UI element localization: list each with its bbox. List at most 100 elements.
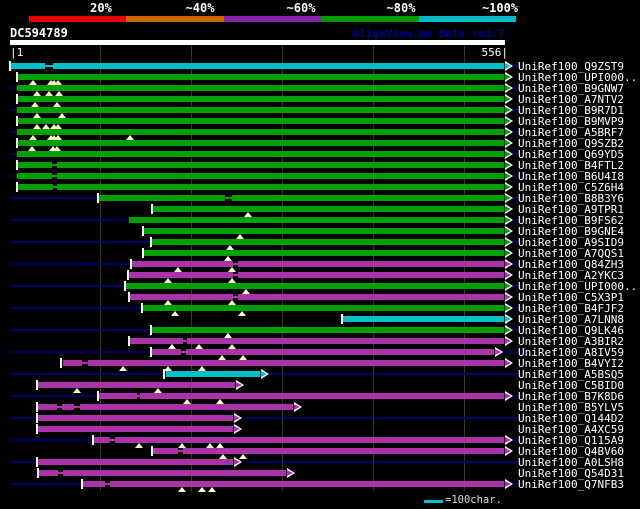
hit-label[interactable]: UniRef100_A5BSQ5 <box>518 369 624 380</box>
hit-label[interactable]: UniRef100_B9GNE4 <box>518 226 624 237</box>
hit-bar-segment[interactable] <box>128 216 505 223</box>
hit-bar-segment[interactable] <box>10 62 45 69</box>
hit-bar-segment[interactable] <box>17 73 505 80</box>
hit-label[interactable]: UniRef100_Q69YD5 <box>518 149 624 160</box>
hit-bar-segment[interactable] <box>87 359 505 366</box>
hit-label[interactable]: UniRef100_Q144D2 <box>518 413 624 424</box>
hit-bar-segment[interactable] <box>99 194 225 201</box>
footer-legend: Large gaps: ▲(in Query)/- (in Subject) =… <box>0 493 640 509</box>
hit-bar-segment[interactable] <box>17 95 505 102</box>
hit-bar-segment[interactable] <box>238 271 505 278</box>
hit-label[interactable]: UniRef100_B9GNW7 <box>518 83 624 94</box>
hit-bar-segment[interactable] <box>93 436 110 443</box>
hit-bar-segment[interactable] <box>238 293 505 300</box>
hit-label[interactable]: UniRef100_Q54D31 <box>518 468 624 479</box>
hit-bar-segment[interactable] <box>17 150 505 157</box>
hit-label[interactable]: UniRef100_A2YKC3 <box>518 270 624 281</box>
hit-bar-segment[interactable] <box>151 205 505 212</box>
hit-label[interactable]: UniRef100_Q7NFB3 <box>518 479 624 490</box>
hit-label[interactable]: UniRef100_A9TPR1 <box>518 204 624 215</box>
subject-flank-line <box>10 284 124 287</box>
hit-label[interactable]: UniRef100_A5BRF7 <box>518 127 624 138</box>
scale-marker-label: =100char. <box>445 494 502 506</box>
hit-label[interactable]: UniRef100_C5X3P1 <box>518 292 624 303</box>
hit-label[interactable]: UniRef100_A7QQS1 <box>518 248 624 259</box>
hit-bar-segment[interactable] <box>17 128 505 135</box>
hit-label[interactable]: UniRef100_Q9SZB2 <box>518 138 624 149</box>
hit-bar-segment[interactable] <box>183 447 505 454</box>
hit-label[interactable]: UniRef100_A9SID9 <box>518 237 624 248</box>
hit-bar-segment[interactable] <box>17 183 53 190</box>
hit-bar-segment[interactable] <box>142 304 505 311</box>
hit-bar-segment[interactable] <box>57 183 505 190</box>
hit-label[interactable]: UniRef100_B6U4I8 <box>518 171 624 182</box>
hit-bar-segment[interactable] <box>17 84 505 91</box>
hit-label[interactable]: UniRef100_B9MVP9 <box>518 116 624 127</box>
hit-bar-segment[interactable] <box>17 117 505 124</box>
hit-bar-segment[interactable] <box>99 392 137 399</box>
hit-label[interactable]: UniRef100_A4XC59 <box>518 424 624 435</box>
hit-bar-segment[interactable] <box>166 370 260 377</box>
hit-label[interactable]: UniRef100_B4VYI2 <box>518 358 624 369</box>
hit-bar-segment[interactable] <box>152 447 178 454</box>
hit-bar-segment[interactable] <box>128 271 233 278</box>
hit-label[interactable]: UniRef100_A3BIR2 <box>518 336 624 347</box>
hit-bar-segment[interactable] <box>17 106 505 113</box>
hit-label[interactable]: UniRef100_UPI000.. <box>518 281 637 292</box>
hit-bar-segment[interactable] <box>238 260 505 267</box>
hit-bar-segment[interactable] <box>125 282 505 289</box>
hit-label[interactable]: UniRef100_B9FS62 <box>518 215 624 226</box>
hit-label[interactable]: UniRef100_B5YLV5 <box>518 402 624 413</box>
hit-bar-segment[interactable] <box>17 172 52 179</box>
hit-bar-segment[interactable] <box>151 326 505 333</box>
hit-label[interactable]: UniRef100_C5Z6H4 <box>518 182 624 193</box>
hit-label[interactable]: UniRef100_Q84ZH3 <box>518 259 624 270</box>
hit-bar-segment[interactable] <box>37 403 58 410</box>
hit-label[interactable]: UniRef100_B9R7D1 <box>518 105 624 116</box>
hit-bar-segment[interactable] <box>57 161 505 168</box>
hit-bar-segment[interactable] <box>57 172 505 179</box>
hit-bar-segment[interactable] <box>62 469 287 476</box>
hit-bar-segment[interactable] <box>52 62 505 69</box>
hit-bar-segment[interactable] <box>115 436 505 443</box>
hit-bar-segment[interactable] <box>62 359 83 366</box>
hit-bar-segment[interactable] <box>61 403 75 410</box>
hit-label[interactable]: UniRef100_B8B3Y6 <box>518 193 624 204</box>
hit-bar-segment[interactable] <box>151 348 182 355</box>
hit-bar-segment[interactable] <box>37 458 233 465</box>
subject-flank-line <box>10 460 36 463</box>
hit-label[interactable]: UniRef100_UPI000.. <box>518 72 637 83</box>
hit-bar-segment[interactable] <box>185 348 495 355</box>
hit-bar-segment[interactable] <box>132 260 233 267</box>
subject-flank-line <box>10 86 17 89</box>
hit-bar-segment[interactable] <box>17 161 52 168</box>
hit-label[interactable]: UniRef100_B4FTL2 <box>518 160 624 171</box>
hit-label[interactable]: UniRef100_A8IV59 <box>518 347 624 358</box>
hit-bar-segment[interactable] <box>80 403 293 410</box>
hit-label[interactable]: UniRef100_Q9ZST9 <box>518 61 624 72</box>
hit-bar-segment[interactable] <box>342 315 505 322</box>
hit-label[interactable]: UniRef100_Q9LK46 <box>518 325 624 336</box>
hit-bar-segment[interactable] <box>142 227 505 234</box>
hit-bar-segment[interactable] <box>37 381 235 388</box>
hit-bar-segment[interactable] <box>17 139 505 146</box>
hit-label[interactable]: UniRef100_A7NTV2 <box>518 94 624 105</box>
hit-bar-segment[interactable] <box>232 194 505 201</box>
hit-label[interactable]: UniRef100_C5BID0 <box>518 380 624 391</box>
hit-label[interactable]: UniRef100_Q4BV60 <box>518 446 624 457</box>
hit-bar-segment[interactable] <box>83 480 106 487</box>
hit-bar-segment[interactable] <box>109 480 505 487</box>
direction-arrow-fill <box>293 403 300 410</box>
hit-label[interactable]: UniRef100_B7K8D6 <box>518 391 624 402</box>
hit-bar-segment[interactable] <box>151 238 505 245</box>
hit-label[interactable]: UniRef100_Q115A9 <box>518 435 624 446</box>
hit-label[interactable]: UniRef100_A7LNN8 <box>518 314 624 325</box>
hit-bar-segment[interactable] <box>37 469 59 476</box>
hit-bar-segment[interactable] <box>129 293 233 300</box>
hit-bar-segment[interactable] <box>37 414 233 421</box>
hit-label[interactable]: UniRef100_A0LSH8 <box>518 457 624 468</box>
hit-bar-segment[interactable] <box>140 392 505 399</box>
hit-bar-segment[interactable] <box>142 249 505 256</box>
hit-label[interactable]: UniRef100_B4FJF2 <box>518 303 624 314</box>
hit-bar-segment[interactable] <box>37 425 233 432</box>
